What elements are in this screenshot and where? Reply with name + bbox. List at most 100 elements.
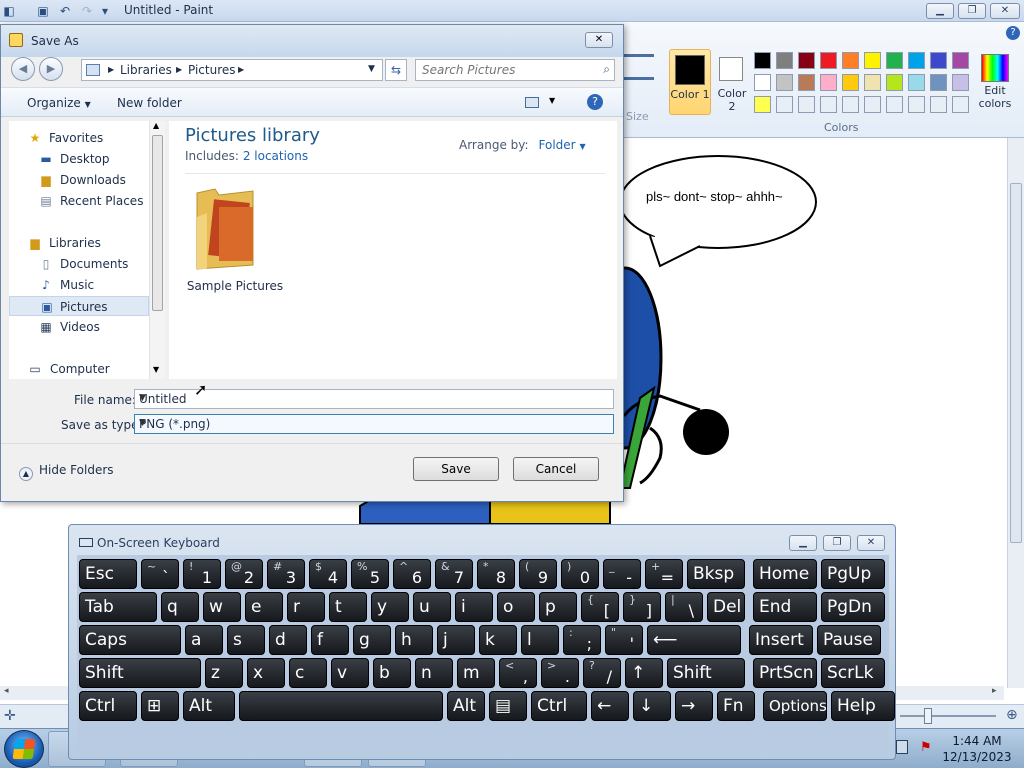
key-Caps[interactable]: Caps: [79, 625, 181, 655]
edit-colors-button[interactable]: Edit colors: [976, 49, 1014, 115]
scroll-left-icon[interactable]: ◂: [4, 686, 9, 696]
key-d[interactable]: d: [269, 625, 307, 655]
palette-swatch[interactable]: [842, 74, 859, 91]
key--sym[interactable]: :;: [563, 625, 601, 655]
paint-maximize-button[interactable]: ❐: [958, 3, 986, 19]
nav-libraries[interactable]: ▆ Libraries: [17, 233, 157, 253]
includes-locations-link[interactable]: 2 locations: [243, 149, 308, 163]
key-Insert[interactable]: Insert: [749, 625, 813, 655]
key-m[interactable]: m: [457, 658, 495, 688]
key-e[interactable]: e: [245, 592, 283, 622]
key-o[interactable]: o: [497, 592, 535, 622]
nav-favorites[interactable]: ★ Favorites: [17, 128, 157, 148]
breadcrumb-libraries[interactable]: Libraries: [120, 63, 172, 77]
start-button[interactable]: [4, 730, 44, 768]
dialog-close-button[interactable]: ✕: [585, 32, 613, 48]
paint-close-button[interactable]: ✕: [990, 3, 1020, 19]
key-h[interactable]: h: [395, 625, 433, 655]
nav-documents[interactable]: ▯ Documents: [17, 254, 157, 274]
organize-button[interactable]: Organize ▼: [27, 96, 91, 110]
breadcrumb-pictures[interactable]: Pictures: [188, 63, 236, 77]
key--sym[interactable]: ^ 6: [393, 559, 431, 589]
key--sym[interactable]: ↓: [633, 691, 671, 721]
palette-swatch[interactable]: [842, 52, 859, 69]
key-z[interactable]: z: [205, 658, 243, 688]
key--sym[interactable]: & 7: [435, 559, 473, 589]
key--sym[interactable]: + =: [645, 559, 683, 589]
nav-videos[interactable]: ▦ Videos: [17, 317, 157, 337]
nav-computer[interactable]: ▭ Computer: [17, 359, 157, 379]
key-Options[interactable]: Options: [763, 691, 827, 721]
nav-downloads[interactable]: ▆ Downloads: [17, 170, 157, 190]
nav-desktop[interactable]: ▬ Desktop: [17, 149, 157, 169]
help-icon[interactable]: ?: [1006, 26, 1020, 40]
palette-swatch[interactable]: [776, 96, 793, 113]
palette-swatch[interactable]: [820, 52, 837, 69]
palette-swatch[interactable]: [908, 96, 925, 113]
zoom-slider-thumb[interactable]: [924, 708, 932, 724]
view-dropdown-icon[interactable]: ▼: [549, 96, 555, 105]
save-as-type-dropdown-icon[interactable]: ▼: [139, 418, 609, 428]
scroll-right-icon[interactable]: ▸: [992, 686, 997, 696]
key-n[interactable]: n: [415, 658, 453, 688]
key--sym[interactable]: ▤: [489, 691, 527, 721]
hide-folders-button[interactable]: ▲ Hide Folders: [19, 463, 114, 481]
key-f[interactable]: f: [311, 625, 349, 655]
save-button[interactable]: Save: [413, 457, 499, 481]
palette-swatch[interactable]: [908, 74, 925, 91]
save-as-type-select[interactable]: PNG (*.png) ▼: [134, 414, 614, 434]
key--sym[interactable]: ~ `: [141, 559, 179, 589]
palette-swatch[interactable]: [952, 96, 969, 113]
sample-pictures-folder-label[interactable]: Sample Pictures: [185, 279, 285, 293]
new-folder-button[interactable]: New folder: [117, 96, 182, 110]
quick-access-menu-icon[interactable]: ▾: [98, 4, 112, 18]
palette-swatch[interactable]: [930, 52, 947, 69]
navigation-scrollbar-thumb[interactable]: [152, 135, 163, 311]
key--sym[interactable]: ? /: [583, 658, 621, 688]
key-i[interactable]: i: [455, 592, 493, 622]
key-p[interactable]: p: [539, 592, 577, 622]
key-x[interactable]: x: [247, 658, 285, 688]
key-l[interactable]: l: [521, 625, 559, 655]
key--sym[interactable]: @2: [225, 559, 263, 589]
key--sym[interactable]: ) 0: [561, 559, 599, 589]
key-c[interactable]: c: [289, 658, 327, 688]
scrollbar-thumb[interactable]: [1010, 183, 1022, 543]
key--sym[interactable]: " ': [605, 625, 643, 655]
paint-minimize-button[interactable]: ▁: [926, 3, 954, 19]
palette-swatch[interactable]: [754, 96, 771, 113]
key-q[interactable]: q: [161, 592, 199, 622]
key--sym[interactable]: ←: [591, 691, 629, 721]
scroll-up-icon[interactable]: ▲: [153, 121, 159, 130]
key-Help[interactable]: Help: [831, 691, 895, 721]
key-Shift[interactable]: Shift: [79, 658, 201, 688]
palette-swatch[interactable]: [842, 96, 859, 113]
osk-close-button[interactable]: ✕: [857, 535, 885, 551]
palette-swatch[interactable]: [864, 96, 881, 113]
key-a[interactable]: a: [185, 625, 223, 655]
palette-swatch[interactable]: [776, 74, 793, 91]
nav-recent-places[interactable]: ▤ Recent Places: [17, 191, 157, 211]
redo-icon[interactable]: ↷: [80, 4, 94, 18]
undo-icon[interactable]: ↶: [58, 4, 72, 18]
view-icon[interactable]: [525, 97, 539, 108]
key-v[interactable]: v: [331, 658, 369, 688]
key-b[interactable]: b: [373, 658, 411, 688]
key-y[interactable]: y: [371, 592, 409, 622]
address-bar[interactable]: ▶ Libraries ▶ Pictures ▶ ▼: [81, 59, 383, 81]
key-Home[interactable]: Home: [753, 559, 817, 589]
palette-swatch[interactable]: [754, 74, 771, 91]
key--sym[interactable]: ! 1: [183, 559, 221, 589]
key-Del[interactable]: Del: [707, 592, 745, 622]
file-name-dropdown-icon[interactable]: ▼: [139, 393, 609, 403]
palette-swatch[interactable]: [820, 74, 837, 91]
key-PgUp[interactable]: PgUp: [821, 559, 885, 589]
save-icon[interactable]: ▣: [36, 4, 50, 18]
canvas-vertical-scrollbar[interactable]: [1007, 138, 1024, 688]
palette-swatch[interactable]: [930, 96, 947, 113]
palette-swatch[interactable]: [886, 52, 903, 69]
osk-maximize-button[interactable]: ❐: [823, 535, 851, 551]
key--sym[interactable]: ↑: [625, 658, 663, 688]
key-Esc[interactable]: Esc: [79, 559, 137, 589]
key--sym[interactable]: ⟵: [647, 625, 741, 655]
